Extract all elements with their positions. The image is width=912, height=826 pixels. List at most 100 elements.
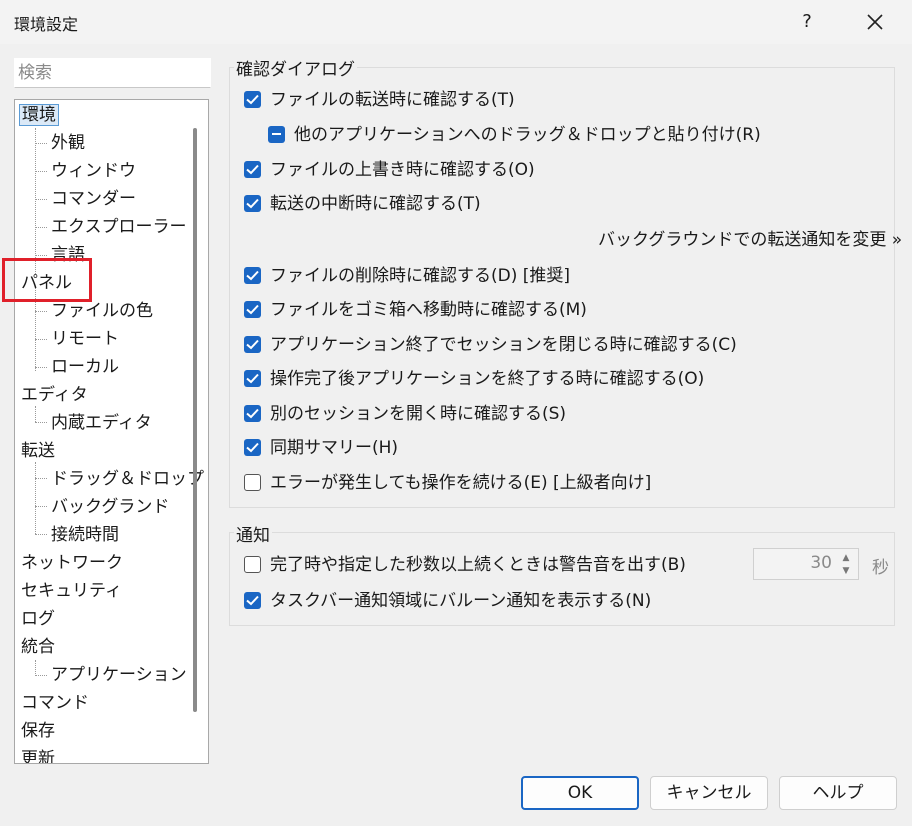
tree-item-window[interactable]: ウィンドウ (51, 158, 136, 184)
tree-item-drag-drop[interactable]: ドラッグ＆ドロップ (51, 466, 204, 492)
checkbox-checked[interactable] (244, 267, 261, 284)
option-label: タスクバー通知領域にバルーン通知を表示する(N) (270, 591, 652, 611)
tree-item-explorer[interactable]: エクスプローラー (51, 214, 187, 240)
option-label: ファイルの転送時に確認する(T) (270, 90, 515, 110)
tree-item-local[interactable]: ローカル (51, 354, 119, 380)
tree-item-label: 更新 (21, 749, 55, 764)
tree-item-label: 転送 (21, 441, 55, 461)
seconds-value: 30 (810, 553, 832, 573)
tree-item-commands[interactable]: コマンド (21, 690, 89, 716)
option-label: アプリケーション終了でセッションを閉じる時に確認する(C) (270, 335, 737, 355)
tree-item-commander[interactable]: コマンダー (51, 186, 136, 212)
tree-branch (35, 422, 47, 423)
tree-item-applications[interactable]: アプリケーション (51, 662, 187, 688)
tree-item-label: コマンダー (51, 189, 136, 209)
tree-item-updates[interactable]: 更新 (21, 746, 55, 764)
tree-item-editor[interactable]: エディタ (21, 382, 88, 408)
help-title-button[interactable]: ? (792, 7, 822, 37)
tree-item-label: ファイルの色 (51, 301, 153, 321)
tree-item-transfer[interactable]: 転送 (21, 438, 55, 464)
checkbox-checked[interactable] (244, 91, 261, 108)
tree-connector (35, 128, 36, 274)
settings-tree[interactable]: 環境 外観 ウィンドウ コマンダー エクスプローラー 言語 パネル ファイルの色… (14, 99, 209, 764)
close-button[interactable] (860, 7, 890, 37)
tree-scrollbar[interactable] (193, 128, 197, 712)
option-label: ファイルの上書き時に確認する(O) (270, 160, 535, 180)
tree-item-appearance[interactable]: 外観 (51, 130, 85, 156)
tree-item-connection-time[interactable]: 接続時間 (51, 522, 119, 548)
tree-item-label: 保存 (21, 721, 55, 741)
tree-item-label: エディタ (21, 385, 88, 405)
tree-item-storage[interactable]: 保存 (21, 718, 55, 744)
tree-item-label: セキュリティ (21, 581, 122, 601)
tree-item-label: 統合 (21, 637, 55, 657)
checkbox-mixed[interactable] (268, 126, 285, 143)
seconds-unit: 秒 (872, 558, 889, 578)
spin-down-icon[interactable]: ▼ (840, 565, 852, 577)
tree-item-remote[interactable]: リモート (51, 326, 119, 352)
tree-item-background[interactable]: バックグランド (51, 494, 169, 520)
tree-branch (35, 227, 47, 228)
background-notification-link[interactable]: バックグラウンドでの転送通知を変更 » (598, 227, 902, 253)
tree-item-security[interactable]: セキュリティ (21, 578, 122, 604)
option-label: 完了時や指定した秒数以上続くときは警告音を出す(B) (270, 555, 686, 575)
help-button[interactable]: ヘルプ (779, 776, 897, 810)
tree-branch (35, 143, 47, 144)
title-bar: 環境設定 ? (0, 0, 912, 44)
option-label: 他のアプリケーションへのドラッグ＆ドロップと貼り付け(R) (294, 125, 761, 145)
tree-item-label: バックグランド (51, 497, 170, 517)
cancel-button[interactable]: キャンセル (650, 776, 768, 810)
checkbox-checked[interactable] (244, 336, 261, 353)
window-title: 環境設定 (14, 15, 79, 34)
tree-item-log[interactable]: ログ (21, 606, 55, 632)
tree-item-label: リモート (51, 329, 119, 349)
tree-item-label: ドラッグ＆ドロップ (51, 469, 204, 489)
spin-up-icon[interactable]: ▲ (840, 552, 852, 564)
tree-connector (35, 660, 36, 676)
option-label: 操作完了後アプリケーションを終了する時に確認する(O) (270, 369, 705, 389)
checkbox-checked[interactable] (244, 405, 261, 422)
checkbox-checked[interactable] (244, 161, 261, 178)
confirmations-group-title: 確認ダイアログ (234, 55, 357, 80)
search-input[interactable] (14, 58, 211, 88)
seconds-spinner[interactable]: 30 ▲ ▼ (753, 548, 859, 580)
checkbox-checked[interactable] (244, 195, 261, 212)
tree-branch (35, 339, 47, 340)
notifications-group-title: 通知 (234, 521, 272, 546)
tree-item-integration[interactable]: 統合 (21, 634, 55, 660)
tree-branch (35, 255, 47, 256)
tree-item-network[interactable]: ネットワーク (21, 550, 123, 576)
tree-item-label: 内蔵エディタ (51, 413, 152, 433)
tree-item-label: ネットワーク (21, 553, 123, 573)
checkbox-checked[interactable] (244, 370, 261, 387)
tree-branch (35, 478, 47, 479)
checkbox-checked[interactable] (244, 439, 261, 456)
tree-item-label: ウィンドウ (51, 161, 136, 181)
tree-branch (35, 367, 47, 368)
tree-item-label: ログ (21, 609, 55, 629)
tree-item-label: ローカル (51, 357, 119, 377)
tree-branch (35, 171, 47, 172)
tree-branch (35, 534, 47, 535)
checkbox-checked[interactable] (244, 592, 261, 609)
checkbox-checked[interactable] (244, 301, 261, 318)
tree-item-label: コマンド (21, 693, 89, 713)
tree-item-label: エクスプローラー (51, 217, 187, 237)
tree-item-label: 接続時間 (51, 525, 119, 545)
tree-item-label: アプリケーション (51, 665, 187, 685)
tree-item-label: 外観 (51, 133, 85, 153)
ok-button[interactable]: OK (521, 776, 639, 810)
option-label: ファイルの削除時に確認する(D) [推奨] (270, 266, 571, 286)
option-label: 同期サマリー(H) (270, 438, 399, 458)
checkbox-unchecked[interactable] (244, 474, 261, 491)
tree-connector (35, 462, 36, 534)
tree-branch (35, 675, 47, 676)
option-label: 転送の中断時に確認する(T) (270, 194, 481, 214)
option-label: エラーが発生しても操作を続ける(E) [上級者向け] (270, 473, 652, 493)
tree-branch (35, 506, 47, 507)
close-icon (867, 14, 883, 30)
tree-branch (35, 311, 47, 312)
checkbox-unchecked[interactable] (244, 556, 261, 573)
tree-item-environment[interactable]: 環境 (19, 102, 59, 128)
tree-item-internal-editor[interactable]: 内蔵エディタ (51, 410, 152, 436)
